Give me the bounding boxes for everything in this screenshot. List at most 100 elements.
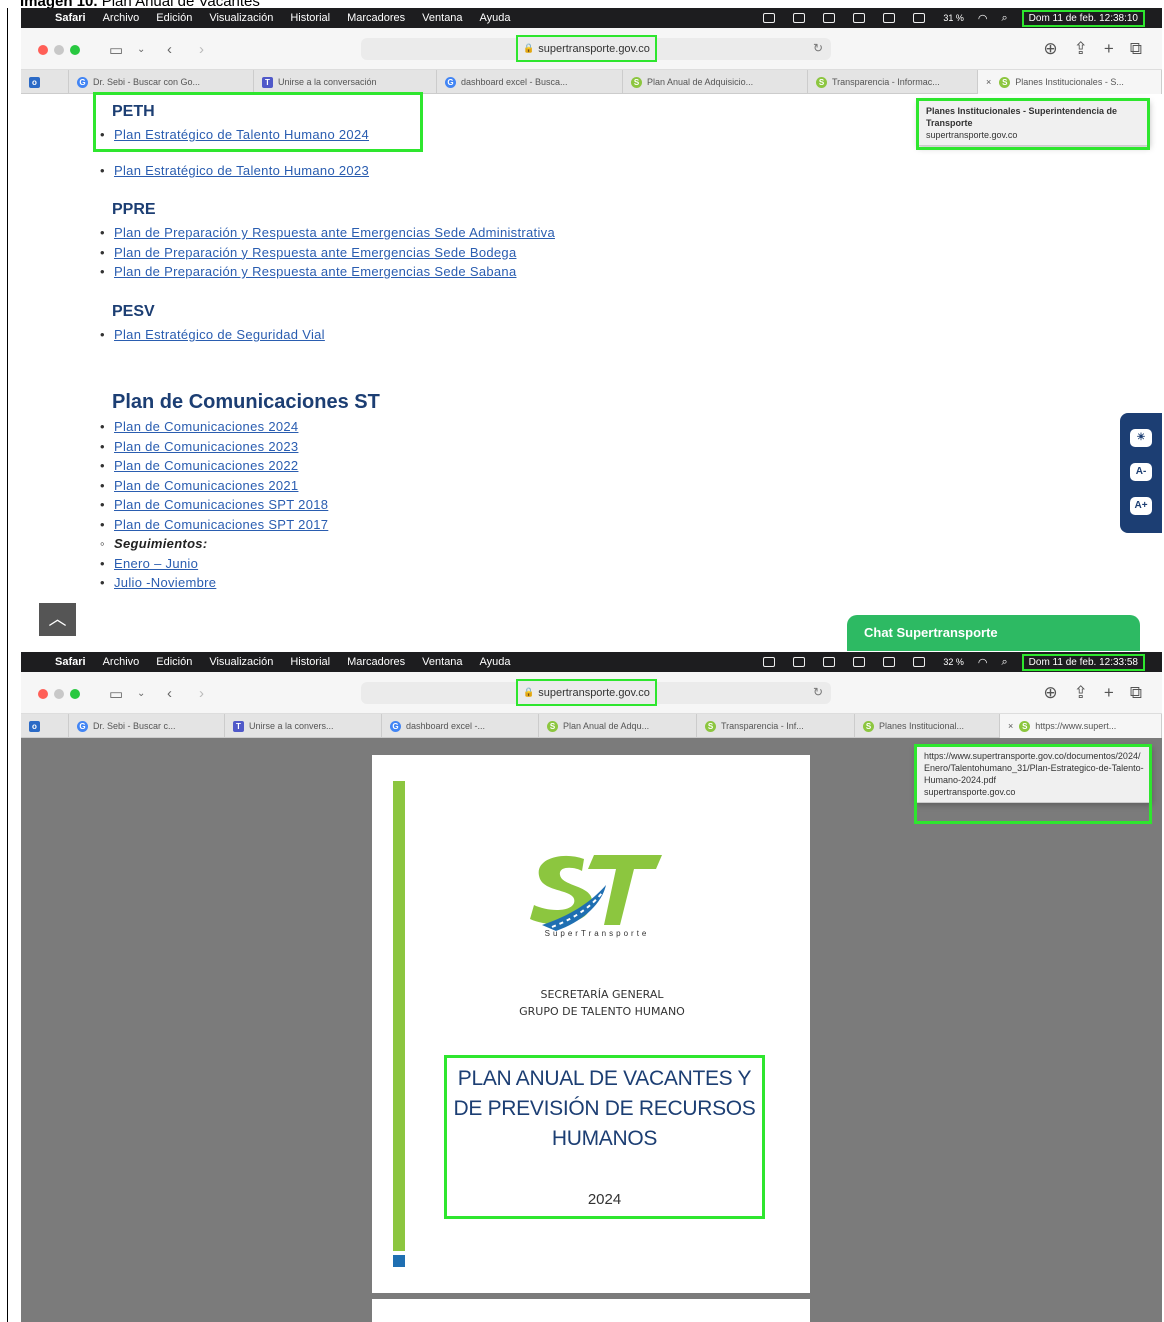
battery-indicator[interactable]: 32 %	[943, 657, 964, 667]
minimize-window-button[interactable]	[54, 689, 64, 699]
sidebar-icon[interactable]: ▭	[109, 685, 123, 703]
reload-icon[interactable]: ↻	[813, 685, 823, 699]
tab-active[interactable]: × S Planes Institucionales - S...	[978, 70, 1162, 94]
menu-item[interactable]: Edición	[156, 12, 192, 24]
tab-pinned[interactable]: o	[21, 70, 69, 94]
address-bar[interactable]: 🔒 supertransporte.gov.co ↻	[361, 35, 831, 62]
clock[interactable]: Dom 11 de feb. 12:33:58	[1021, 653, 1145, 671]
back-icon[interactable]: ‹	[167, 41, 172, 58]
new-tab-icon[interactable]: +	[1104, 683, 1114, 703]
tab[interactable]: Gdashboard excel - Busca...	[437, 70, 623, 94]
link-item[interactable]: Plan de Preparación y Respuesta ante Eme…	[96, 223, 555, 243]
tab[interactable]: S Planes Institucional...	[855, 714, 1000, 738]
menu-item[interactable]: Historial	[290, 656, 330, 668]
share-icon[interactable]: ⇪	[1074, 683, 1088, 703]
decrease-font-button[interactable]: A-	[1130, 463, 1152, 481]
wifi-icon[interactable]: ◠	[978, 656, 988, 669]
tab[interactable]: S Transparencia - Inf...	[697, 714, 855, 738]
url-text[interactable]: supertransporte.gov.co	[538, 43, 650, 55]
menu-item[interactable]: Visualización	[209, 656, 273, 668]
close-tab-icon[interactable]: ×	[1008, 721, 1013, 731]
tab-pinned[interactable]: o	[21, 714, 69, 738]
link-item[interactable]: Julio -Noviembre	[96, 573, 328, 593]
tab[interactable]: S Transparencia - Informac...	[808, 70, 978, 94]
link-item[interactable]: Plan de Comunicaciones 2023	[96, 437, 328, 457]
back-icon[interactable]: ‹	[167, 685, 172, 702]
tab-label: Unirse a la conversación	[278, 77, 377, 87]
tab[interactable]: S Plan Anual de Adqu...	[539, 714, 697, 738]
link-item[interactable]: Plan de Preparación y Respuesta ante Eme…	[96, 262, 555, 282]
status-icon[interactable]	[823, 13, 836, 23]
status-icon[interactable]	[763, 657, 776, 667]
menu-item[interactable]: Archivo	[103, 12, 140, 24]
status-icon[interactable]	[793, 657, 806, 667]
sidebar-icon[interactable]: ▭	[109, 41, 123, 59]
chat-button[interactable]: Chat Supertransporte	[847, 615, 1140, 651]
tab[interactable]: G Dr. Sebi - Buscar c...	[69, 714, 225, 738]
link-item[interactable]: Plan de Comunicaciones SPT 2017	[96, 515, 328, 535]
wifi-icon[interactable]: ◠	[978, 12, 988, 25]
menu-item[interactable]: Visualización	[209, 12, 273, 24]
tab[interactable]: Gdashboard excel -...	[382, 714, 539, 738]
menu-item[interactable]: Ayuda	[480, 12, 511, 24]
tab-active[interactable]: × Shttps://www.supert...	[1000, 714, 1162, 738]
increase-font-button[interactable]: A+	[1130, 497, 1152, 515]
search-icon[interactable]: ⌕	[1001, 12, 1007, 25]
minimize-window-button[interactable]	[54, 45, 64, 55]
download-icon[interactable]: ⊕	[1043, 39, 1057, 59]
status-icon[interactable]	[823, 657, 836, 667]
menu-item[interactable]: Ventana	[422, 656, 462, 668]
link-item[interactable]: Plan Estratégico de Talento Humano 2023	[96, 161, 369, 181]
tab[interactable]: T Unirse a la conversación	[254, 70, 437, 94]
link-item[interactable]: Plan Estratégico de Seguridad Vial	[96, 325, 325, 345]
tab[interactable]: G Dr. Sebi - Buscar con Go...	[69, 70, 254, 94]
menu-item[interactable]: Ayuda	[480, 656, 511, 668]
menu-item[interactable]: Marcadores	[347, 12, 405, 24]
clock[interactable]: Dom 11 de feb. 12:38:10	[1021, 9, 1145, 27]
link-item[interactable]: Plan de Comunicaciones 2021	[96, 476, 328, 496]
url-text[interactable]: supertransporte.gov.co	[538, 687, 650, 699]
address-bar[interactable]: 🔒 supertransporte.gov.co ↻	[361, 679, 831, 706]
tab-overview-icon[interactable]: ⧉	[1130, 683, 1142, 703]
tab[interactable]: S Plan Anual de Adquisicio...	[623, 70, 808, 94]
scroll-to-top-button[interactable]: ︿	[39, 603, 76, 636]
search-icon[interactable]: ⌕	[1001, 656, 1007, 669]
menu-app[interactable]: Safari	[55, 12, 86, 24]
battery-indicator[interactable]: 31 %	[943, 13, 964, 23]
reload-icon[interactable]: ↻	[813, 41, 823, 55]
menu-item[interactable]: Archivo	[103, 656, 140, 668]
new-tab-icon[interactable]: +	[1104, 39, 1114, 59]
status-icon[interactable]	[853, 657, 866, 667]
menu-item[interactable]: Ventana	[422, 12, 462, 24]
link-item[interactable]: Plan de Preparación y Respuesta ante Eme…	[96, 243, 555, 263]
close-window-button[interactable]	[38, 689, 48, 699]
menu-app[interactable]: Safari	[55, 656, 86, 668]
download-icon[interactable]: ⊕	[1043, 683, 1057, 703]
link-item[interactable]: Plan de Comunicaciones SPT 2018	[96, 495, 328, 515]
status-icon[interactable]	[883, 13, 896, 23]
status-icon[interactable]	[763, 13, 776, 23]
share-icon[interactable]: ⇪	[1074, 39, 1088, 59]
link-item[interactable]: Plan de Comunicaciones 2022	[96, 456, 328, 476]
status-icon[interactable]	[913, 657, 926, 667]
close-window-button[interactable]	[38, 45, 48, 55]
tab[interactable]: T Unirse a la convers...	[225, 714, 382, 738]
zoom-window-button[interactable]	[70, 45, 80, 55]
status-icon[interactable]	[793, 13, 806, 23]
status-icon[interactable]	[913, 13, 926, 23]
contrast-button[interactable]: ☀	[1130, 429, 1152, 447]
menu-item[interactable]: Marcadores	[347, 656, 405, 668]
link-item[interactable]: Enero – Junio	[96, 554, 328, 574]
forward-icon[interactable]: ›	[199, 685, 204, 702]
zoom-window-button[interactable]	[70, 689, 80, 699]
close-tab-icon[interactable]: ×	[986, 77, 991, 87]
forward-icon[interactable]: ›	[199, 41, 204, 58]
status-icon[interactable]	[883, 657, 896, 667]
chevron-down-icon[interactable]: ⌄	[137, 44, 145, 55]
menu-item[interactable]: Edición	[156, 656, 192, 668]
menu-item[interactable]: Historial	[290, 12, 330, 24]
tab-overview-icon[interactable]: ⧉	[1130, 39, 1142, 59]
link-item[interactable]: Plan de Comunicaciones 2024	[96, 417, 328, 437]
chevron-down-icon[interactable]: ⌄	[137, 688, 145, 699]
status-icon[interactable]	[853, 13, 866, 23]
